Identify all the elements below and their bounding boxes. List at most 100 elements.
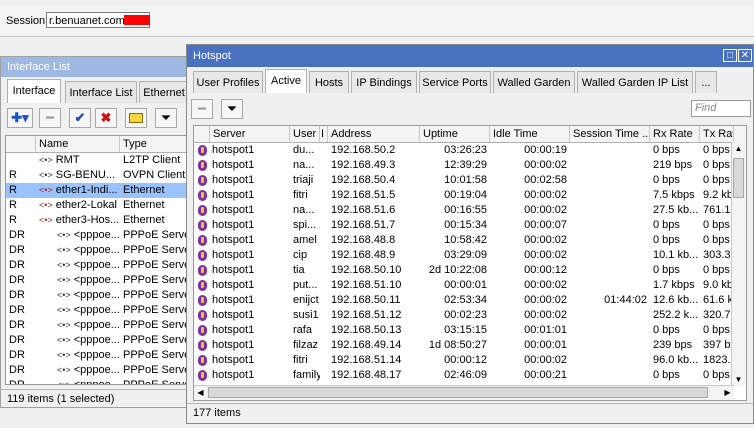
row-server: hotspot1 — [194, 293, 290, 308]
filter-button[interactable]: ⏷ — [155, 108, 177, 128]
table-row[interactable]: DR <•> <pppoe... PPPoE Server — [6, 318, 186, 333]
filter-button[interactable]: ⏷ — [221, 99, 243, 119]
row-rx-rate: 1.7 kbps — [653, 279, 695, 291]
disable-button[interactable]: ✖ — [95, 108, 117, 128]
table-row[interactable]: hotspot1 family 192.168.48.17 02:46:09 00:00… — [194, 368, 734, 383]
table-row[interactable]: hotspot1 susi1 192.168.51.12 00:02:23 00:00:… — [194, 308, 734, 323]
tab-service-ports[interactable]: Service Ports — [419, 71, 491, 93]
table-row[interactable]: <•> RMT L2TP Client — [6, 153, 186, 168]
tab-user-profiles[interactable]: User Profiles — [193, 71, 263, 93]
horizontal-scrollbar[interactable]: ◀ ▶ — [194, 385, 734, 400]
row-server: hotspot1 — [194, 368, 290, 383]
vertical-scrollbar[interactable]: ▲ ▼ — [731, 142, 746, 386]
col-uptime[interactable]: Uptime — [420, 126, 490, 142]
table-row[interactable]: DR <•> <pppoe... PPPoE Server — [6, 363, 186, 378]
table-row[interactable]: DR <•> <pppoe... PPPoE Server — [6, 378, 186, 384]
tab-interface-list[interactable]: Interface List — [65, 81, 137, 103]
table-row[interactable]: R <•> ether3-Hos... Ethernet — [6, 213, 186, 228]
col-idle-time[interactable]: Idle Time — [490, 126, 570, 142]
col-server[interactable]: Server — [210, 126, 290, 142]
tab-more[interactable]: ... — [695, 71, 717, 93]
row-session-time — [570, 233, 650, 248]
table-row[interactable]: hotspot1 spi... 192.168.51.7 00:15:34 00:00:… — [194, 218, 734, 233]
row-server: hotspot1 — [194, 338, 290, 353]
table-row[interactable]: DR <•> <pppoe... PPPoE Server — [6, 273, 186, 288]
col-rx-rate[interactable]: Rx Rate — [650, 126, 700, 142]
row-user: tia — [293, 264, 305, 276]
scroll-left-icon[interactable]: ◀ — [194, 386, 207, 399]
comment-button[interactable] — [125, 108, 147, 128]
col-i[interactable]: I — [320, 126, 328, 142]
row-name-text: ether2-Lokal — [55, 199, 117, 211]
table-row[interactable]: DR <•> <pppoe... PPPoE Server — [6, 228, 186, 243]
table-row[interactable]: hotspot1 tia 192.168.50.10 2d 10:22:08 00:00… — [194, 263, 734, 278]
add-button[interactable]: ✚▾ — [7, 108, 33, 128]
col-flag[interactable] — [6, 136, 36, 152]
row-uptime: 00:00:12 — [444, 354, 487, 366]
interface-icon: <•> — [39, 200, 53, 210]
table-row[interactable]: DR <•> <pppoe... PPPoE Server — [6, 288, 186, 303]
interface-icon: <•> — [57, 350, 71, 360]
row-tx-rate: 9.0 kbps — [703, 279, 734, 291]
table-row[interactable]: R <•> SG-BENU... OVPN Client — [6, 168, 186, 183]
table-row[interactable]: hotspot1 na... 192.168.49.3 12:39:29 00:00:0… — [194, 158, 734, 173]
table-row[interactable]: DR <•> <pppoe... PPPoE Server — [6, 303, 186, 318]
interface-icon: <•> — [57, 335, 71, 345]
table-row[interactable]: hotspot1 du... 192.168.50.2 03:26:23 00:00:1… — [194, 143, 734, 158]
row-idle-time: 00:00:02 — [524, 204, 567, 216]
col-flag[interactable] — [194, 126, 210, 142]
scroll-thumb[interactable] — [733, 158, 744, 198]
tab-interface[interactable]: Interface — [7, 79, 61, 103]
table-row[interactable]: DR <•> <pppoe... PPPoE Server — [6, 333, 186, 348]
row-server-text: hotspot1 — [212, 249, 255, 261]
table-row[interactable]: hotspot1 triaji 192.168.50.4 10:01:58 00:02:… — [194, 173, 734, 188]
table-row[interactable]: hotspot1 amel 192.168.48.8 10:58:42 00:00:02… — [194, 233, 734, 248]
row-rx-rate: 0 bps — [653, 324, 680, 336]
table-row[interactable]: R <•> ether2-Lokal Ethernet — [6, 198, 186, 213]
remove-button[interactable]: ━ — [191, 99, 213, 119]
table-row[interactable]: hotspot1 fitri 192.168.51.14 00:00:12 00:00:… — [194, 353, 734, 368]
close-icon[interactable]: ✕ — [738, 49, 752, 62]
interface-status: 119 items (1 selected) — [1, 389, 189, 407]
session-redaction — [124, 15, 150, 25]
col-name[interactable]: Name — [36, 136, 120, 152]
tab-active[interactable]: Active — [265, 69, 307, 93]
col-type[interactable]: Type — [120, 136, 186, 152]
interface-icon: <•> — [57, 290, 71, 300]
table-row[interactable]: hotspot1 fitri 192.168.51.5 00:19:04 00:00:0… — [194, 188, 734, 203]
row-type: Ethernet — [123, 214, 165, 226]
table-row[interactable]: DR <•> <pppoe... PPPoE Server — [6, 258, 186, 273]
table-row[interactable]: hotspot1 filzaz 192.168.49.14 1d 08:50:27 00… — [194, 338, 734, 353]
col-tx-rate[interactable]: Tx Rate — [700, 126, 734, 142]
table-row[interactable]: hotspot1 rafa 192.168.50.13 03:15:15 00:01:0… — [194, 323, 734, 338]
tab-walled-garden-ip-list[interactable]: Walled Garden IP List — [577, 71, 693, 93]
table-row[interactable]: hotspot1 na... 192.168.51.6 00:16:55 00:00:0… — [194, 203, 734, 218]
tab-ip-bindings[interactable]: IP Bindings — [351, 71, 417, 93]
row-address: 192.168.48.8 — [331, 234, 396, 246]
maximize-icon[interactable]: □ — [723, 49, 737, 62]
interface-icon: <•> — [57, 365, 71, 375]
hscroll-thumb[interactable] — [208, 387, 708, 398]
row-uptime: 00:02:23 — [444, 309, 487, 321]
col-user[interactable]: User — [290, 126, 320, 142]
table-row[interactable]: R <•> ether1-Indi... Ethernet — [6, 183, 186, 198]
tab-walled-garden[interactable]: Walled Garden — [493, 71, 575, 93]
col-address[interactable]: Address — [328, 126, 420, 142]
tab-ethernet[interactable]: Ethernet — [139, 81, 189, 103]
row-session-time — [570, 158, 650, 173]
row-address: 192.168.50.11 — [331, 294, 401, 306]
table-row[interactable]: hotspot1 put... 192.168.51.10 00:00:01 00:00… — [194, 278, 734, 293]
tab-hosts[interactable]: Hosts — [309, 71, 349, 93]
scroll-up-icon[interactable]: ▲ — [732, 142, 745, 155]
hotspot-window: Hotspot □ ✕ User Profiles Active Hosts I… — [186, 44, 754, 424]
table-row[interactable]: hotspot1 enijct 192.168.50.11 02:53:34 00:00… — [194, 293, 734, 308]
row-server-text: hotspot1 — [212, 174, 255, 186]
col-session-time[interactable]: Session Time ... — [570, 126, 650, 142]
scroll-right-icon[interactable]: ▶ — [721, 386, 734, 399]
table-row[interactable]: DR <•> <pppoe... PPPoE Server — [6, 243, 186, 258]
remove-button[interactable]: ━ — [39, 108, 61, 128]
table-row[interactable]: DR <•> <pppoe... PPPoE Server — [6, 348, 186, 363]
table-row[interactable]: hotspot1 cip 192.168.48.9 03:29:09 00:00:02 1… — [194, 248, 734, 263]
enable-button[interactable]: ✔ — [69, 108, 91, 128]
find-input[interactable]: Find — [691, 100, 751, 117]
